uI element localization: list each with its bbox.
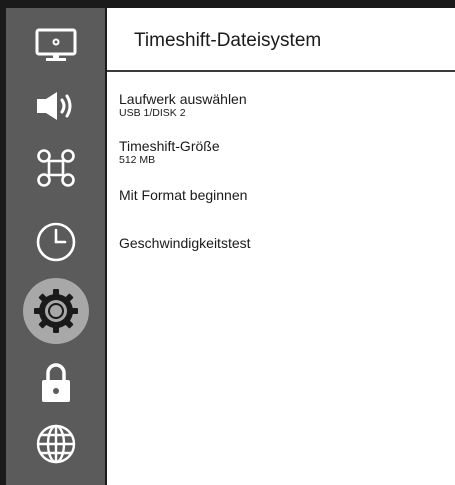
page-header: Timeshift-Dateisystem xyxy=(107,8,455,72)
command-key-icon xyxy=(34,146,78,190)
settings-content: Timeshift-Dateisystem Laufwerk auswählen… xyxy=(107,8,455,485)
sidebar-item-network[interactable] xyxy=(34,422,78,466)
gear-icon xyxy=(31,286,81,336)
clock-icon xyxy=(34,220,78,264)
menu-item-label: Mit Format beginnen xyxy=(119,187,248,203)
menu-item-label: Geschwindigkeitstest xyxy=(119,235,251,251)
timeshift-settings-screen: Timeshift-Dateisystem Laufwerk auswählen… xyxy=(0,0,455,485)
menu-item-speed-test[interactable]: Geschwindigkeitstest xyxy=(119,236,251,251)
sidebar-item-sound[interactable] xyxy=(33,88,79,124)
sidebar-item-apps[interactable] xyxy=(34,146,78,190)
menu-item-select-drive[interactable]: Laufwerk auswählen USB 1/DISK 2 xyxy=(119,92,247,120)
menu-item-value: USB 1/DISK 2 xyxy=(119,107,186,119)
settings-sidebar xyxy=(0,8,107,485)
page-title: Timeshift-Dateisystem xyxy=(134,30,322,51)
menu-item-label: Timeshift-Größe xyxy=(119,138,220,154)
globe-icon xyxy=(34,422,78,466)
menu-item-value: 512 MB xyxy=(119,154,156,166)
menu-item-start-format[interactable]: Mit Format beginnen xyxy=(119,188,247,203)
menu-item-label: Laufwerk auswählen xyxy=(119,91,247,107)
top-border xyxy=(0,0,455,8)
lock-icon xyxy=(38,360,74,404)
sidebar-item-system[interactable] xyxy=(22,278,89,344)
speaker-icon xyxy=(33,88,79,124)
monitor-settings-icon xyxy=(34,26,78,64)
menu-item-timeshift-size[interactable]: Timeshift-Größe 512 MB xyxy=(119,139,220,167)
sidebar-item-parental[interactable] xyxy=(38,360,74,404)
sidebar-item-time[interactable] xyxy=(34,220,78,264)
sidebar-item-picture[interactable] xyxy=(34,26,78,64)
